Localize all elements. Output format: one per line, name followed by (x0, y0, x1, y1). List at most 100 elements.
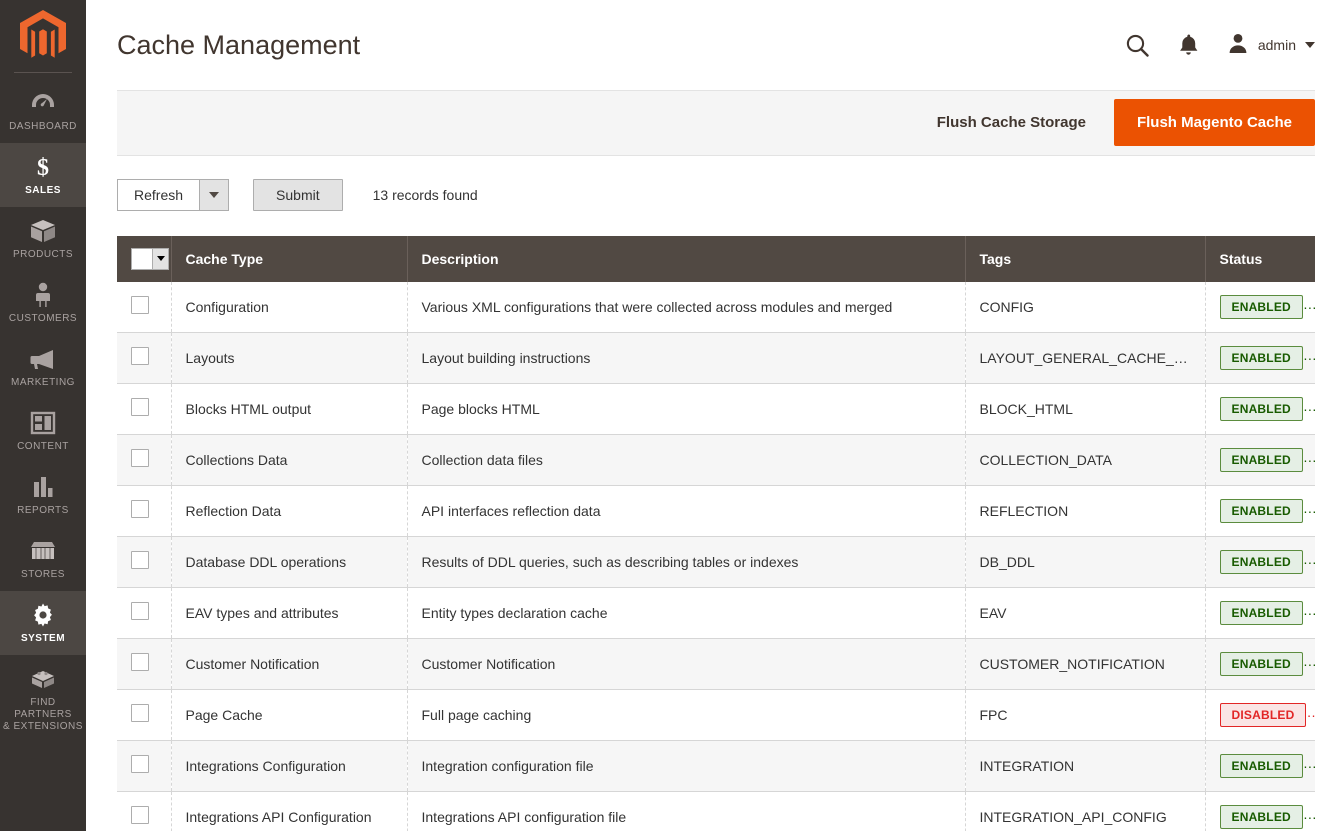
cell-status: ENABLED (1205, 536, 1315, 588)
row-checkbox[interactable] (131, 500, 149, 519)
cell-status: ENABLED (1205, 332, 1315, 384)
magento-logo[interactable] (0, 0, 86, 72)
search-icon[interactable] (1125, 33, 1150, 58)
table-row[interactable]: Blocks HTML output Page blocks HTML BLOCK_… (117, 383, 1315, 435)
row-checkbox[interactable] (131, 347, 149, 366)
sidebar-item-stores[interactable]: STORES (0, 527, 86, 591)
cell-tags: REFLECTION (965, 485, 1206, 537)
sidebar-item-label: FIND PARTNERS & EXTENSIONS (3, 697, 83, 732)
sidebar-item-dashboard[interactable]: DASHBOARD (0, 79, 86, 143)
status-badge: ENABLED (1219, 498, 1303, 523)
table-row[interactable]: Layouts Layout building instructions LAYOU… (117, 332, 1315, 384)
table-row[interactable]: Integrations Configuration Integration co… (117, 740, 1315, 792)
chevron-down-icon (156, 256, 165, 262)
bell-icon[interactable] (1178, 33, 1199, 57)
cell-cache-type: Customer Notification (171, 638, 408, 690)
cell-cache-type: Layouts (171, 332, 408, 384)
grid-head: Cache Type Description Tags Status (117, 235, 1315, 282)
page-actions-panel: Flush Cache Storage Flush Magento Cache (117, 90, 1315, 156)
cell-tags: EAV (965, 587, 1206, 639)
select-all-control[interactable] (131, 247, 169, 270)
row-checkbox[interactable] (131, 449, 149, 468)
status-badge: ENABLED (1219, 600, 1303, 625)
column-header-description[interactable]: Description (407, 235, 966, 282)
cell-status: ENABLED (1205, 791, 1315, 831)
table-row[interactable]: EAV types and attributes Entity types dec… (117, 587, 1315, 639)
sidebar-item-sales[interactable]: $ SALES (0, 143, 86, 207)
cell-cache-type: EAV types and attributes (171, 587, 408, 639)
sidebar-item-system[interactable]: SYSTEM (0, 591, 86, 655)
select-all-toggle[interactable] (152, 247, 169, 270)
status-badge: ENABLED (1219, 345, 1303, 370)
status-badge: DISABLED (1219, 702, 1307, 727)
cell-cache-type: Blocks HTML output (171, 383, 408, 435)
flush-cache-storage-button[interactable]: Flush Cache Storage (909, 101, 1114, 145)
flush-magento-cache-button[interactable]: Flush Magento Cache (1113, 99, 1315, 147)
table-row[interactable]: Integrations API Configuration Integratio… (117, 791, 1315, 831)
sidebar-item-customers[interactable]: CUSTOMERS (0, 271, 86, 335)
cell-cache-type: Reflection Data (171, 485, 408, 537)
row-select-cell (117, 638, 172, 690)
sidebar-item-label: SYSTEM (20, 633, 66, 644)
row-checkbox[interactable] (131, 602, 149, 621)
page-title: Cache Management (117, 30, 361, 60)
cell-status: ENABLED (1205, 638, 1315, 690)
row-select-cell (117, 791, 172, 831)
cell-description: Entity types declaration cache (407, 587, 966, 639)
cell-tags: INTEGRATION_API_CONFIG (965, 791, 1206, 831)
cell-cache-type: Integrations Configuration (171, 740, 408, 792)
row-checkbox[interactable] (131, 755, 149, 774)
grid-body: Configuration Various XML configurations … (117, 281, 1315, 831)
row-checkbox[interactable] (131, 551, 149, 570)
row-checkbox[interactable] (131, 296, 149, 315)
row-select-cell (117, 536, 172, 588)
sidebar-item-reports[interactable]: REPORTS (0, 463, 86, 527)
select-all-checkbox[interactable] (131, 247, 152, 270)
cell-description: Layout building instructions (407, 332, 966, 384)
row-select-cell (117, 434, 172, 486)
cell-cache-type: Integrations API Configuration (171, 791, 408, 831)
cache-grid: Cache Type Description Tags Status Confi… (117, 235, 1315, 831)
cell-description: Integrations API configuration file (407, 791, 966, 831)
table-row[interactable]: Database DDL operations Results of DDL qu… (117, 536, 1315, 588)
mass-action-select[interactable]: Refresh (117, 178, 230, 211)
storefront-icon (29, 538, 57, 564)
dashboard-icon (30, 90, 56, 116)
row-checkbox[interactable] (131, 704, 149, 723)
row-select-cell (117, 740, 172, 792)
sidebar-item-products[interactable]: PRODUCTS (0, 207, 86, 271)
table-row[interactable]: Customer Notification Customer Notificati… (117, 638, 1315, 690)
row-select-cell (117, 587, 172, 639)
row-checkbox[interactable] (131, 806, 149, 825)
cell-status: ENABLED (1205, 434, 1315, 486)
sidebar-item-find-partners-extensions[interactable]: FIND PARTNERS & EXTENSIONS (0, 655, 86, 743)
table-row[interactable]: Collections Data Collection data files COL… (117, 434, 1315, 486)
sidebar-item-marketing[interactable]: MARKETING (0, 335, 86, 399)
column-header-tags[interactable]: Tags (965, 235, 1206, 282)
column-select-all (117, 235, 172, 282)
row-checkbox[interactable] (131, 398, 149, 417)
table-row[interactable]: Page Cache Full page caching FPC DISABLED (117, 689, 1315, 741)
sidebar-item-label: CONTENT (17, 441, 69, 452)
bar-chart-icon (31, 474, 55, 500)
table-row[interactable]: Reflection Data API interfaces reflection… (117, 485, 1315, 537)
user-name: admin (1257, 37, 1296, 53)
row-select-cell (117, 332, 172, 384)
status-badge: ENABLED (1219, 294, 1303, 319)
box-icon (30, 218, 56, 244)
table-row[interactable]: Configuration Various XML configurations … (117, 281, 1315, 333)
sidebar-divider (14, 72, 72, 73)
sidebar-item-label: PRODUCTS (12, 249, 74, 260)
layout-icon (30, 410, 56, 436)
column-header-status[interactable]: Status (1205, 235, 1315, 282)
cell-status: DISABLED (1205, 689, 1315, 741)
cell-tags: COLLECTION_DATA (965, 434, 1206, 486)
cell-description: Collection data files (407, 434, 966, 486)
row-checkbox[interactable] (131, 653, 149, 672)
sidebar-item-content[interactable]: CONTENT (0, 399, 86, 463)
user-menu[interactable]: admin (1227, 32, 1315, 59)
submit-button[interactable]: Submit (253, 178, 343, 211)
mass-action-toggle[interactable] (199, 178, 230, 211)
cell-cache-type: Database DDL operations (171, 536, 408, 588)
column-header-cache-type[interactable]: Cache Type (171, 235, 408, 282)
